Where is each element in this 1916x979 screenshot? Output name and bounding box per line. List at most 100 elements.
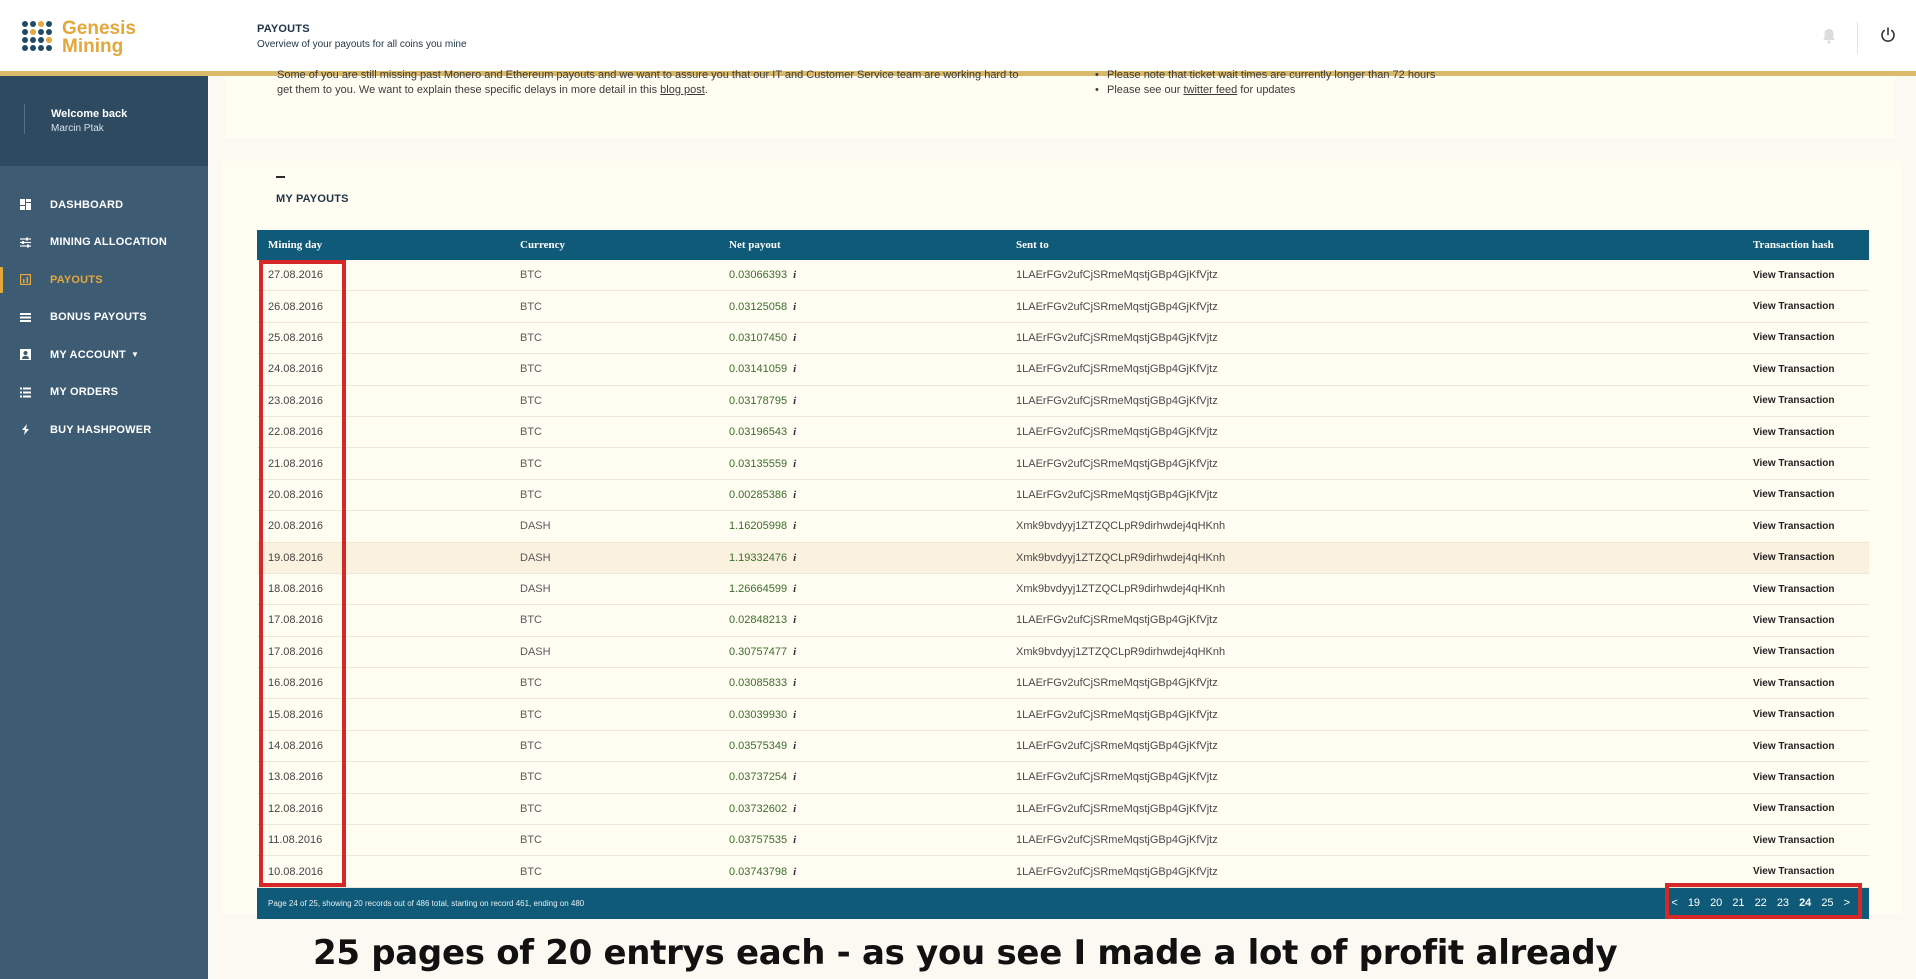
sidebar-item-dashboard[interactable]: DASHBOARD (0, 186, 208, 224)
cell-sent-to: 1LAErFGv2ufCjSRmeMqstjGBp4GjKfVjtz (1016, 802, 1218, 815)
table-header: Mining day Currency Net payout Sent to T… (257, 230, 1869, 260)
cell-net-payout: 0.03757535 i (729, 834, 1016, 846)
view-transaction-link[interactable]: View Transaction (1753, 458, 1869, 469)
section-title: MY PAYOUTS (276, 193, 349, 205)
info-icon[interactable]: i (793, 583, 796, 595)
view-transaction-link[interactable]: View Transaction (1753, 395, 1869, 406)
view-transaction-link[interactable]: View Transaction (1753, 678, 1869, 689)
cell-currency: BTC (520, 457, 542, 470)
info-icon[interactable]: i (793, 489, 796, 501)
column-header-mining-day[interactable]: Mining day (257, 239, 520, 251)
info-icon[interactable]: i (793, 614, 796, 626)
info-icon[interactable]: i (793, 866, 796, 878)
table-row: 11.08.2016 BTC 0.03757535 i 1LAErFGv2ufCjSRm… (257, 825, 1869, 857)
view-transaction-link[interactable]: View Transaction (1753, 427, 1869, 438)
genesis-mining-logo[interactable]: Genesis Mining (22, 19, 136, 56)
cell-net-payout: 1.19332476 i (729, 552, 1016, 564)
annotation-caption: 25 pages of 20 entrys each - as you see … (313, 933, 1618, 973)
info-icon[interactable]: i (793, 709, 796, 721)
cell-net-payout: 0.03125058 i (729, 301, 1016, 313)
twitter-feed-link[interactable]: twitter feed (1183, 84, 1237, 96)
info-icon[interactable]: i (793, 677, 796, 689)
user-name: Marcin Ptak (51, 123, 104, 134)
net-payout-value: 0.02848213 (729, 614, 788, 627)
info-icon[interactable]: i (793, 426, 796, 438)
cell-sent-to: 1LAErFGv2ufCjSRmeMqstjGBp4GjKfVjtz (1016, 708, 1218, 721)
view-transaction-link[interactable]: View Transaction (1753, 584, 1869, 595)
info-icon[interactable]: i (793, 269, 796, 281)
cell-sent-to: 1LAErFGv2ufCjSRmeMqstjGBp4GjKfVjtz (1016, 677, 1218, 690)
view-transaction-link[interactable]: View Transaction (1753, 835, 1869, 846)
sidebar-item-my-orders[interactable]: MY ORDERS (0, 374, 208, 412)
net-payout-value: 0.03732602 (729, 802, 788, 815)
view-transaction-link[interactable]: View Transaction (1753, 364, 1869, 375)
info-icon[interactable]: i (793, 395, 796, 407)
orders-icon (20, 387, 31, 398)
sidebar-item-mining-allocation[interactable]: MINING ALLOCATION (0, 224, 208, 262)
info-icon[interactable]: i (793, 458, 796, 470)
page-subtitle: Overview of your payouts for all coins y… (257, 39, 467, 50)
bell-icon[interactable] (1822, 28, 1836, 44)
cell-currency: BTC (520, 269, 542, 282)
info-icon[interactable]: i (793, 301, 796, 313)
view-transaction-link[interactable]: View Transaction (1753, 709, 1869, 720)
column-header-net-payout[interactable]: Net payout (729, 239, 1016, 251)
sidebar-item-label: MY ACCOUNT (50, 348, 126, 361)
table-row: 26.08.2016 BTC 0.03125058 i 1LAErFGv2ufCjSRm… (257, 291, 1869, 323)
view-transaction-link[interactable]: View Transaction (1753, 741, 1869, 752)
view-transaction-link[interactable]: View Transaction (1753, 803, 1869, 814)
column-header-sent-to[interactable]: Sent to (1016, 239, 1753, 251)
view-transaction-link[interactable]: View Transaction (1753, 772, 1869, 783)
cell-sent-to: 1LAErFGv2ufCjSRmeMqstjGBp4GjKfVjtz (1016, 331, 1218, 344)
info-icon[interactable]: i (793, 332, 796, 344)
info-icon[interactable]: i (793, 552, 796, 564)
view-transaction-link[interactable]: View Transaction (1753, 646, 1869, 657)
net-payout-value: 1.26664599 (729, 583, 788, 596)
table-row: 22.08.2016 BTC 0.03196543 i 1LAErFGv2ufCjSRm… (257, 417, 1869, 449)
blog-post-link[interactable]: blog post (660, 84, 705, 96)
power-icon[interactable] (1879, 26, 1897, 44)
cell-sent-to: 1LAErFGv2ufCjSRmeMqstjGBp4GjKfVjtz (1016, 363, 1218, 376)
view-transaction-link[interactable]: View Transaction (1753, 866, 1869, 877)
column-header-transaction-hash[interactable]: Transaction hash (1753, 239, 1869, 251)
sidebar-item-my-account[interactable]: MY ACCOUNT ▼ (0, 336, 208, 374)
view-transaction-link[interactable]: View Transaction (1753, 615, 1869, 626)
payouts-table: Mining day Currency Net payout Sent to T… (257, 230, 1869, 919)
column-header-currency[interactable]: Currency (520, 239, 729, 251)
view-transaction-link[interactable]: View Transaction (1753, 521, 1869, 532)
view-transaction-link[interactable]: View Transaction (1753, 552, 1869, 563)
cell-net-payout: 0.03135559 i (729, 458, 1016, 470)
info-icon[interactable]: i (793, 803, 796, 815)
cell-sent-to: Xmk9bvdyyj1ZTZQCLpR9dirhwdej4qHKnh (1016, 583, 1226, 596)
table-row: 21.08.2016 BTC 0.03135559 i 1LAErFGv2ufCjSRm… (257, 448, 1869, 480)
sidebar-item-payouts[interactable]: PAYOUTS (0, 261, 208, 299)
cell-currency: BTC (520, 488, 542, 501)
info-icon[interactable]: i (793, 520, 796, 532)
net-payout-value: 0.03107450 (729, 331, 788, 344)
table-row: 23.08.2016 BTC 0.03178795 i 1LAErFGv2ufCjSRm… (257, 386, 1869, 417)
view-transaction-link[interactable]: View Transaction (1753, 301, 1869, 312)
table-row: 15.08.2016 BTC 0.03039930 i 1LAErFGv2ufCjSRm… (257, 699, 1869, 731)
cell-currency: DASH (520, 645, 551, 658)
cell-net-payout: 0.30757477 i (729, 646, 1016, 658)
page-heading: PAYOUTS Overview of your payouts for all… (257, 23, 467, 50)
table-row: 12.08.2016 BTC 0.03732602 i 1LAErFGv2ufCjSRm… (257, 794, 1869, 826)
info-icon[interactable]: i (793, 646, 796, 658)
cell-sent-to: 1LAErFGv2ufCjSRmeMqstjGBp4GjKfVjtz (1016, 614, 1218, 627)
dashboard-icon (20, 199, 31, 211)
info-icon[interactable]: i (793, 834, 796, 846)
view-transaction-link[interactable]: View Transaction (1753, 332, 1869, 343)
logo-dots-icon (22, 21, 52, 55)
info-icon[interactable]: i (793, 771, 796, 783)
net-payout-value: 0.03039930 (729, 708, 788, 721)
sidebar-item-buy-hashpower[interactable]: BUY HASHPOWER (0, 411, 208, 449)
info-icon[interactable]: i (793, 740, 796, 752)
view-transaction-link[interactable]: View Transaction (1753, 489, 1869, 500)
notice-item-twitter: Please see our twitter feed for updates (1095, 83, 1435, 98)
notice-banner: Some of you are still missing past Moner… (225, 68, 1895, 138)
sidebar-item-label: MY ORDERS (50, 386, 119, 399)
info-icon[interactable]: i (793, 363, 796, 375)
net-payout-value: 0.03066393 (729, 269, 788, 282)
sidebar-item-bonus-payouts[interactable]: BONUS PAYOUTS (0, 299, 208, 337)
view-transaction-link[interactable]: View Transaction (1753, 270, 1869, 281)
